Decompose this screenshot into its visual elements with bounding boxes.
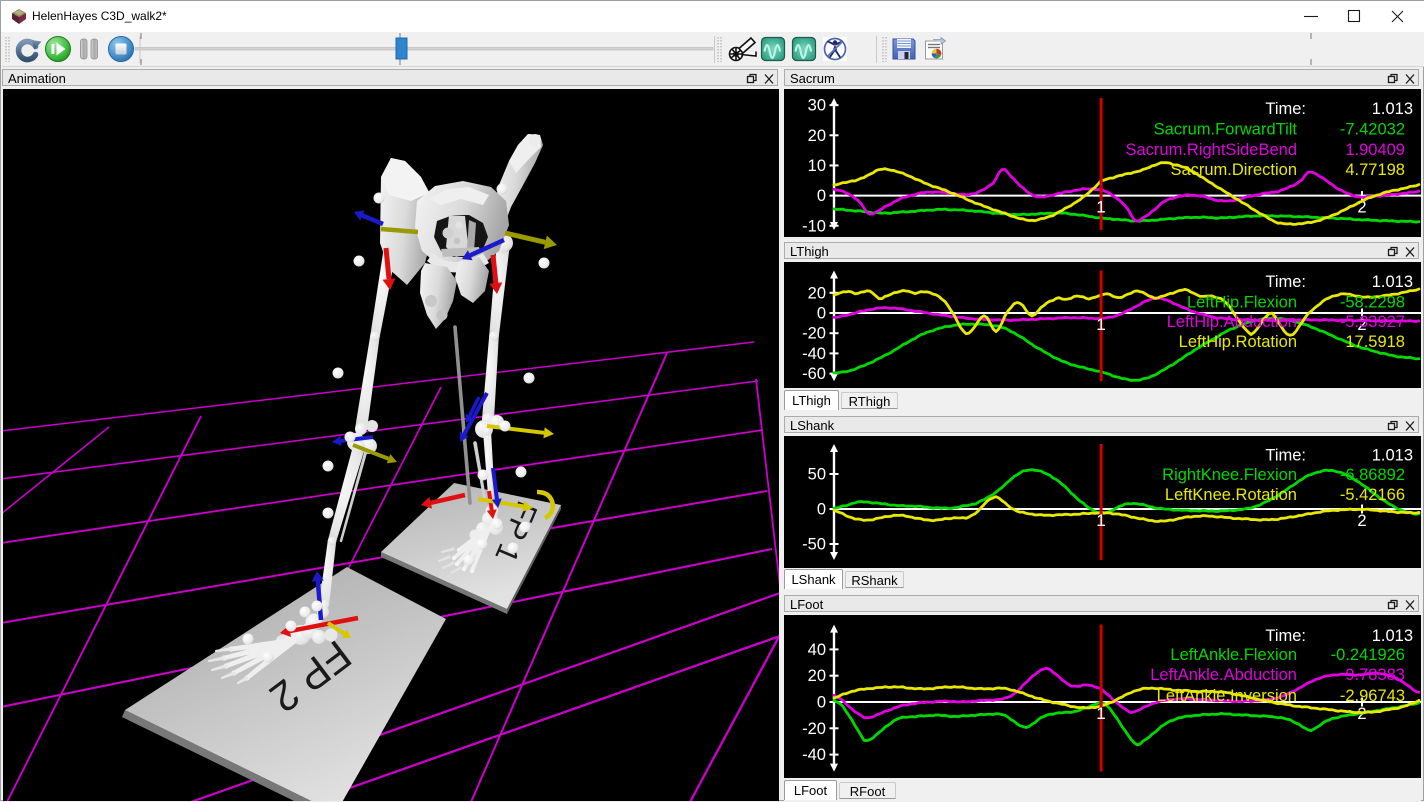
svg-text:0: 0 [817, 694, 826, 712]
svg-text:0: 0 [817, 187, 826, 205]
svg-text:-5.42166: -5.42166 [1340, 486, 1405, 504]
svg-text:4.77198: 4.77198 [1345, 161, 1405, 179]
svg-text:LeftHip.Flexion: LeftHip.Flexion [1187, 294, 1297, 312]
svg-text:Sacrum.RightSideBend: Sacrum.RightSideBend [1125, 141, 1297, 159]
svg-text:-2.96743: -2.96743 [1340, 687, 1405, 705]
svg-text:1.013: 1.013 [1372, 627, 1413, 645]
svg-text:LeftAnkle.Inversion: LeftAnkle.Inversion [1157, 687, 1297, 705]
svg-text:LeftAnkle.Flexion: LeftAnkle.Flexion [1170, 646, 1297, 664]
svg-text:-40: -40 [802, 345, 826, 363]
svg-text:Sacrum.Direction: Sacrum.Direction [1170, 161, 1297, 179]
svg-text:1: 1 [1096, 705, 1105, 723]
svg-text:-58.2298: -58.2298 [1340, 294, 1405, 312]
svg-text:1: 1 [1096, 199, 1105, 217]
svg-text:1: 1 [1096, 512, 1105, 530]
svg-text:Time:: Time: [1265, 627, 1306, 645]
svg-text:-0.241926: -0.241926 [1331, 646, 1405, 664]
svg-text:Time:: Time: [1265, 273, 1306, 291]
svg-text:-50: -50 [802, 536, 826, 554]
svg-text:Time:: Time: [1265, 446, 1306, 464]
svg-text:50: 50 [808, 466, 826, 484]
svg-text:LeftAnkle.Abduction: LeftAnkle.Abduction [1150, 666, 1297, 684]
svg-text:17.5918: 17.5918 [1345, 333, 1405, 351]
svg-text:20: 20 [808, 284, 826, 302]
svg-text:20: 20 [808, 667, 826, 685]
svg-text:-20: -20 [802, 720, 826, 738]
svg-text:LeftHip.Abduction: LeftHip.Abduction [1167, 313, 1297, 331]
svg-text:RightKnee.Flexion: RightKnee.Flexion [1162, 466, 1297, 484]
svg-text:2: 2 [1357, 512, 1366, 530]
svg-text:-40: -40 [802, 746, 826, 764]
svg-text:9.78383: 9.78383 [1345, 666, 1405, 684]
svg-text:LeftHip.Rotation: LeftHip.Rotation [1179, 333, 1297, 351]
svg-text:0: 0 [817, 501, 826, 519]
svg-text:1.013: 1.013 [1372, 273, 1413, 291]
svg-text:40: 40 [808, 641, 826, 659]
svg-text:-20: -20 [802, 325, 826, 343]
svg-text:10: 10 [808, 157, 826, 175]
svg-text:-5.33927: -5.33927 [1340, 313, 1405, 331]
svg-text:1: 1 [1096, 316, 1105, 334]
svg-text:1.90409: 1.90409 [1345, 141, 1405, 159]
svg-text:1.013: 1.013 [1372, 100, 1413, 118]
svg-text:Time:: Time: [1265, 100, 1306, 118]
svg-text:-6.86892: -6.86892 [1340, 466, 1405, 484]
svg-text:30: 30 [808, 97, 826, 115]
svg-text:Sacrum.ForwardTilt: Sacrum.ForwardTilt [1154, 121, 1298, 139]
svg-text:0: 0 [817, 305, 826, 323]
svg-text:1.013: 1.013 [1372, 446, 1413, 464]
svg-text:LeftKnee.Rotation: LeftKnee.Rotation [1165, 486, 1297, 504]
svg-text:-60: -60 [802, 365, 826, 383]
svg-text:20: 20 [808, 127, 826, 145]
svg-text:-10: -10 [802, 217, 826, 235]
svg-text:-7.42032: -7.42032 [1340, 121, 1405, 139]
